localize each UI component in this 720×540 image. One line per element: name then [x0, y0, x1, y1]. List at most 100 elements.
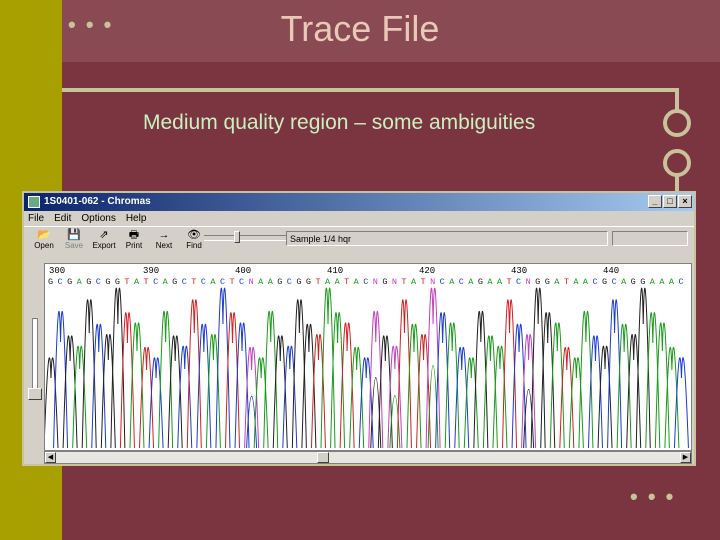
base-call: G	[277, 277, 282, 287]
base-call: A	[258, 277, 264, 287]
base-call: C	[592, 277, 597, 287]
slide-subtitle: Medium quality region – some ambiguities	[143, 111, 536, 134]
slide-title: Trace File	[280, 8, 440, 49]
base-call: G	[67, 277, 72, 287]
base-call: A	[659, 277, 665, 287]
base-call: G	[86, 277, 91, 287]
base-call: A	[335, 277, 341, 287]
base-call: A	[210, 277, 216, 287]
base-call: A	[583, 277, 589, 287]
position-label: 420	[419, 266, 435, 276]
next-arrow-icon: →	[158, 229, 170, 241]
toolbar: 📂 Open 💾 Save ⇗ Export 🖶 Print → Next 👁 Find S…	[24, 226, 694, 253]
position-label: 440	[603, 266, 619, 276]
base-call: T	[144, 277, 149, 287]
base-call: C	[440, 277, 445, 287]
base-call: A	[134, 277, 140, 287]
base-call: T	[421, 277, 426, 287]
save-disk-icon: 💾	[67, 229, 81, 241]
base-call: A	[497, 277, 503, 287]
export-button[interactable]: ⇗ Export	[90, 227, 118, 250]
base-call: G	[105, 277, 110, 287]
base-call: C	[459, 277, 464, 287]
close-button[interactable]: ×	[678, 195, 692, 208]
base-call: N	[430, 277, 435, 287]
base-call: C	[516, 277, 521, 287]
horizontal-scrollbar[interactable]: ◀ ▶	[44, 451, 692, 464]
vertical-scale-scrollbar[interactable]	[26, 263, 42, 451]
base-call: N	[249, 277, 254, 287]
base-call: N	[526, 277, 531, 287]
frame-line-top	[62, 88, 677, 92]
base-call: N	[373, 277, 378, 287]
position-label: 300	[49, 266, 65, 276]
maximize-button[interactable]: □	[663, 195, 677, 208]
app-icon	[28, 196, 40, 208]
base-call: T	[507, 277, 512, 287]
base-call: C	[363, 277, 368, 287]
base-call: A	[573, 277, 579, 287]
trace-peak	[673, 357, 689, 449]
base-call: T	[315, 277, 320, 287]
vertical-scale-thumb[interactable]	[28, 388, 42, 400]
position-label: 410	[327, 266, 343, 276]
base-call: N	[392, 277, 397, 287]
base-call: A	[487, 277, 493, 287]
position-label: 390	[143, 266, 159, 276]
frame-line-right-upper	[675, 88, 679, 111]
base-call: T	[124, 277, 129, 287]
menu-options[interactable]: Options	[81, 211, 115, 226]
position-label: 400	[235, 266, 251, 276]
base-call: G	[382, 277, 387, 287]
open-button[interactable]: 📂 Open	[30, 227, 58, 250]
base-call: G	[478, 277, 483, 287]
base-call: A	[449, 277, 455, 287]
window-titlebar[interactable]: 1S0401-062 - Chromas _ □ ×	[24, 193, 694, 211]
info-field	[612, 231, 688, 246]
base-call: C	[182, 277, 187, 287]
menu-help[interactable]: Help	[126, 211, 147, 226]
window-title: 1S0401-062 - Chromas	[44, 196, 151, 207]
next-button[interactable]: → Next	[150, 227, 178, 250]
decorative-dots-bottom: • • •	[630, 484, 676, 509]
base-call: C	[220, 277, 225, 287]
base-call: A	[268, 277, 274, 287]
base-call: G	[545, 277, 550, 287]
base-call: G	[631, 277, 636, 287]
base-call: G	[640, 277, 645, 287]
base-call: G	[48, 277, 53, 287]
printer-icon: 🖶	[128, 229, 140, 241]
menu-file[interactable]: File	[28, 211, 44, 226]
base-call: A	[468, 277, 474, 287]
base-call: C	[612, 277, 617, 287]
zoom-slider-thumb[interactable]	[234, 231, 240, 243]
base-call: G	[306, 277, 311, 287]
scroll-right-button[interactable]: ▶	[680, 452, 691, 463]
save-button[interactable]: 💾 Save	[60, 227, 88, 250]
base-call: G	[115, 277, 120, 287]
export-icon: ⇗	[99, 229, 109, 241]
base-call: A	[325, 277, 331, 287]
base-call: T	[229, 277, 234, 287]
horizontal-scroll-thumb[interactable]	[317, 452, 329, 463]
chromas-window: 1S0401-062 - Chromas _ □ × File Edit Opt…	[22, 191, 696, 466]
menu-edit[interactable]: Edit	[54, 211, 71, 226]
base-call: T	[564, 277, 569, 287]
scroll-left-button[interactable]: ◀	[45, 452, 56, 463]
base-call: C	[96, 277, 101, 287]
chromatogram-svg: 300 390 400 410 420 430 440G C G A G C G G T A T C A G C T C A C…	[45, 266, 689, 449]
base-call: A	[650, 277, 656, 287]
menu-bar: File Edit Options Help	[24, 211, 694, 226]
base-call: C	[58, 277, 63, 287]
base-call: G	[602, 277, 607, 287]
base-call: A	[554, 277, 560, 287]
minimize-button[interactable]: _	[648, 195, 662, 208]
base-call: C	[153, 277, 158, 287]
position-label: 430	[511, 266, 527, 276]
base-call: C	[201, 277, 206, 287]
base-call: A	[621, 277, 627, 287]
base-call: T	[401, 277, 406, 287]
base-call: G	[296, 277, 301, 287]
chromatogram-view[interactable]: 300 390 400 410 420 430 440 G C G A G C G G T A T C A G C T C A C…	[44, 263, 692, 451]
print-button[interactable]: 🖶 Print	[120, 227, 148, 250]
